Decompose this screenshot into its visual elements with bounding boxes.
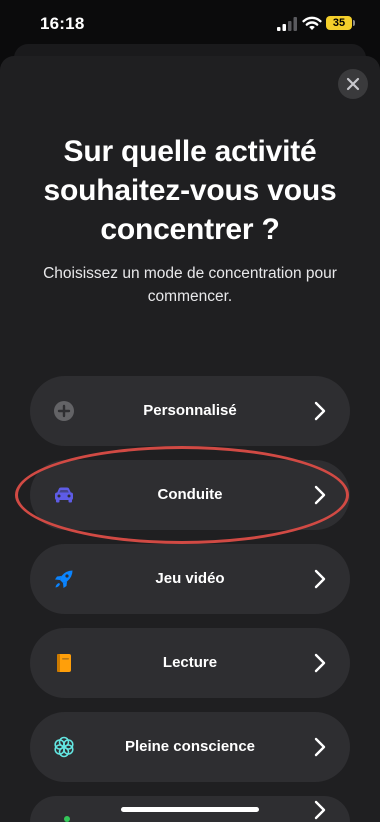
close-button[interactable]: [338, 69, 368, 99]
status-time: 16:18: [40, 14, 85, 33]
wifi-icon: [302, 16, 322, 30]
close-icon: [346, 77, 360, 91]
battery-indicator: 35: [326, 16, 352, 30]
option-pleine-conscience[interactable]: Pleine conscience: [30, 712, 350, 782]
option-label: Jeu vidéo: [155, 570, 225, 587]
status-bar: 16:18 35: [0, 0, 380, 46]
chevron-right-icon: [314, 401, 326, 421]
cellular-signal-icon: [277, 17, 297, 31]
chevron-right-icon: [314, 485, 326, 505]
partial-option-icon: [64, 816, 70, 822]
home-indicator[interactable]: [121, 807, 259, 812]
option-label: Personnalisé: [143, 402, 237, 419]
page-subtitle: Choisissez un mode de concentration pour…: [43, 265, 337, 305]
option-label: Conduite: [157, 486, 223, 503]
chevron-right-icon: [314, 569, 326, 589]
chevron-right-icon: [314, 737, 326, 757]
option-conduite[interactable]: Conduite: [30, 460, 350, 530]
option-label: Pleine conscience: [124, 738, 256, 755]
option-jeu-video[interactable]: Jeu vidéo: [30, 544, 350, 614]
option-label: Lecture: [162, 654, 218, 671]
chevron-right-icon: [314, 653, 326, 673]
chevron-right-icon: [314, 800, 326, 820]
battery-tip: [353, 20, 355, 26]
option-personnalise[interactable]: Personnalisé: [30, 376, 350, 446]
option-lecture[interactable]: Lecture: [30, 628, 350, 698]
page-title: Sur quelle activité souhaitez-vous vous …: [43, 135, 337, 246]
